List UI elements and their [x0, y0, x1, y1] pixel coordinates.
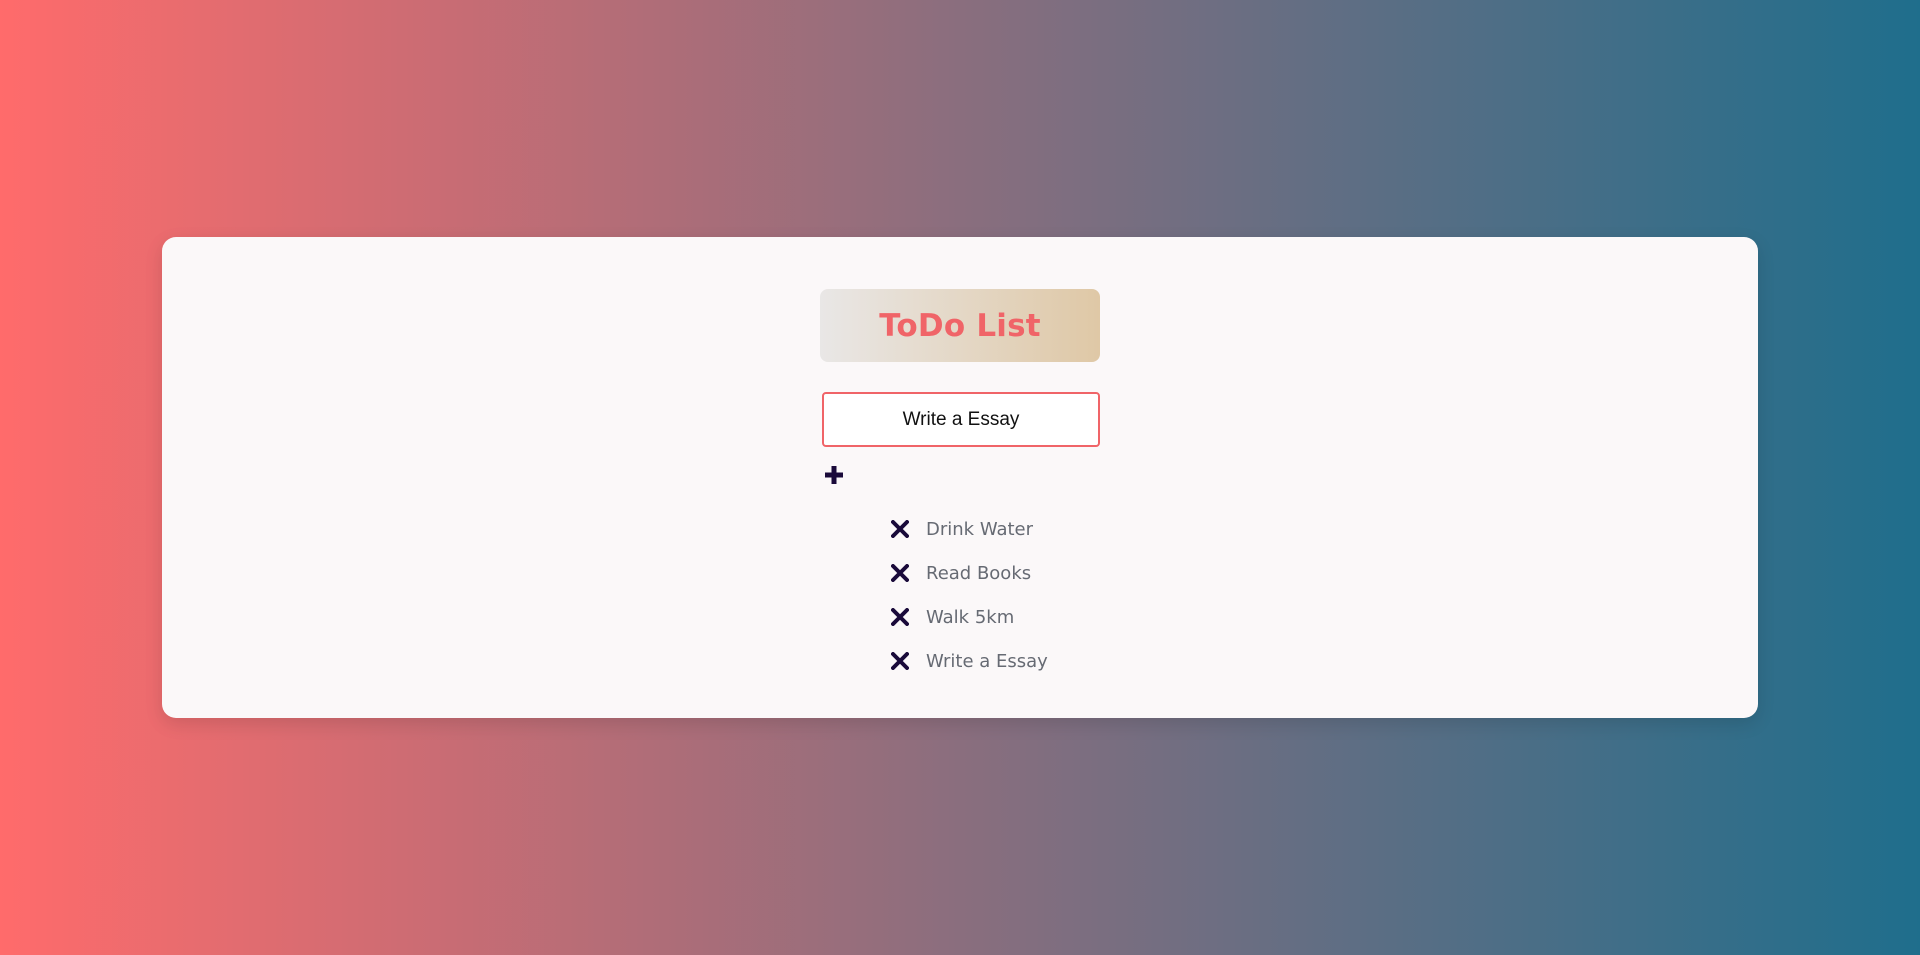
todo-item: Write a Essay [889, 639, 1048, 683]
task-input[interactable] [822, 392, 1100, 447]
todo-text: Drink Water [926, 518, 1034, 540]
todo-item: Drink Water [889, 507, 1048, 551]
plus-icon [825, 466, 843, 484]
todo-item: Read Books [889, 551, 1048, 595]
title-banner: ToDo List [820, 289, 1100, 362]
remove-button[interactable] [889, 562, 911, 584]
remove-button[interactable] [889, 518, 911, 540]
remove-button[interactable] [889, 606, 911, 628]
todo-text: Read Books [926, 562, 1032, 584]
remove-button[interactable] [889, 650, 911, 672]
todo-card: ToDo List Drink Water Read Books [162, 237, 1758, 718]
page-title: ToDo List [879, 307, 1041, 344]
close-icon [891, 564, 909, 582]
todo-item: Walk 5km [889, 595, 1048, 639]
close-icon [891, 652, 909, 670]
todo-text: Write a Essay [926, 650, 1048, 672]
todo-list: Drink Water Read Books Walk 5km Write a … [889, 507, 1048, 683]
close-icon [891, 608, 909, 626]
close-icon [891, 520, 909, 538]
todo-text: Walk 5km [926, 606, 1015, 628]
add-button[interactable] [822, 463, 846, 487]
